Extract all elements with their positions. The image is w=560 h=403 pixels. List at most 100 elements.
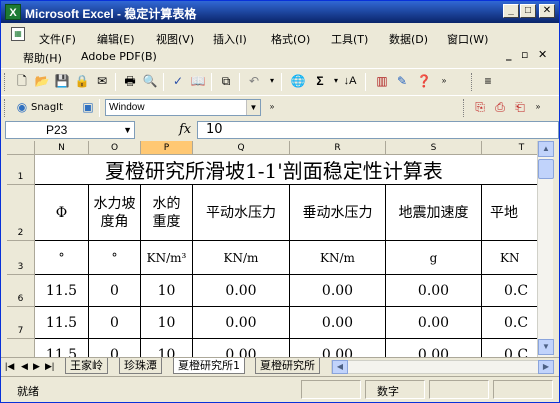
- column-header-s[interactable]: S: [386, 141, 482, 155]
- save-icon[interactable]: 💾: [53, 72, 71, 90]
- data-cell[interactable]: 0.C: [482, 339, 537, 358]
- spelling-icon[interactable]: ✓: [169, 72, 187, 90]
- data-cell[interactable]: 0.00: [193, 339, 290, 357]
- data-cell[interactable]: 0.00: [290, 339, 386, 357]
- data-cell[interactable]: 10: [141, 275, 193, 307]
- sheet-tab-active[interactable]: 夏橙研究所1: [173, 358, 245, 374]
- scroll-down-icon[interactable]: ▼: [538, 339, 554, 355]
- prev-sheet-icon[interactable]: ◀: [21, 361, 28, 372]
- column-header-r[interactable]: R: [290, 141, 386, 155]
- minimize-button[interactable]: _: [503, 4, 519, 18]
- table-title[interactable]: 夏橙研究所滑坡1-1'剖面稳定性计算表: [35, 155, 537, 185]
- unit-cell[interactable]: KN/m³: [141, 241, 193, 275]
- mdi-close-button[interactable]: ✕: [538, 48, 547, 61]
- data-cell[interactable]: 11.5: [35, 307, 89, 339]
- toolbar-grip[interactable]: [4, 99, 7, 117]
- print-icon[interactable]: 🖶: [121, 72, 139, 90]
- row-header-7[interactable]: 7: [7, 307, 35, 339]
- column-header-p[interactable]: P: [141, 141, 193, 155]
- chevron-down-icon[interactable]: ▼: [123, 122, 132, 138]
- drawing-icon[interactable]: ✎: [393, 72, 411, 90]
- column-header-t[interactable]: T: [482, 141, 537, 155]
- name-box[interactable]: P23 ▼: [5, 121, 135, 139]
- column-header-q[interactable]: Q: [193, 141, 290, 155]
- scroll-left-icon[interactable]: ◀: [332, 360, 348, 374]
- toolbar-grip[interactable]: [4, 73, 7, 91]
- unit-cell[interactable]: °: [89, 241, 141, 275]
- first-sheet-icon[interactable]: |◀: [5, 361, 14, 372]
- data-cell[interactable]: 0.C: [482, 307, 537, 339]
- align-left-icon[interactable]: ≡: [479, 72, 497, 90]
- data-cell[interactable]: 10: [141, 339, 193, 357]
- title-bar[interactable]: X Microsoft Excel - 稳定计算表格 _ □ ✕: [1, 1, 559, 23]
- menu-edit[interactable]: 编辑(E): [97, 31, 135, 47]
- toolbar-grip[interactable]: [471, 73, 474, 91]
- permission-icon[interactable]: 🔒: [73, 72, 91, 90]
- last-sheet-icon[interactable]: ▶|: [45, 361, 54, 372]
- menu-tools[interactable]: 工具(T): [331, 31, 368, 47]
- sheet-tab[interactable]: 王家岭: [65, 358, 108, 374]
- data-cell[interactable]: 0.00: [193, 307, 290, 339]
- data-cell[interactable]: 0.00: [386, 275, 482, 307]
- header-cell[interactable]: 平地: [482, 185, 537, 241]
- hyperlink-icon[interactable]: 🌐: [289, 72, 307, 90]
- header-cell[interactable]: 平动水压力: [193, 185, 290, 241]
- column-header-n[interactable]: N: [35, 141, 89, 155]
- close-button[interactable]: ✕: [539, 4, 555, 18]
- toolbar-options-icon[interactable]: »: [529, 98, 547, 116]
- maximize-button[interactable]: □: [520, 4, 536, 18]
- column-header-o[interactable]: O: [89, 141, 141, 155]
- data-cell[interactable]: 0: [89, 307, 141, 339]
- excel-icon[interactable]: X: [5, 4, 21, 20]
- horizontal-scrollbar[interactable]: ◀ ▶: [331, 360, 554, 374]
- row-header-1[interactable]: 1: [7, 155, 35, 185]
- header-cell[interactable]: 垂动水压力: [290, 185, 386, 241]
- help-icon[interactable]: ❓: [415, 72, 433, 90]
- copy-icon[interactable]: ⧉: [217, 72, 235, 90]
- data-cell[interactable]: 0.00: [290, 275, 386, 307]
- scroll-right-icon[interactable]: ▶: [538, 360, 554, 374]
- data-cell[interactable]: 0.00: [386, 307, 482, 339]
- window-combo[interactable]: Window ▼: [105, 99, 261, 116]
- toolbar-options-icon[interactable]: »: [263, 98, 281, 116]
- data-cell[interactable]: 0.C: [482, 275, 537, 307]
- unit-cell[interactable]: KN: [482, 241, 537, 275]
- menu-file[interactable]: 文件(F): [39, 31, 76, 47]
- data-cell[interactable]: 10: [141, 307, 193, 339]
- row-header-6[interactable]: 6: [7, 275, 35, 307]
- research-icon[interactable]: 📖: [189, 72, 207, 90]
- scroll-up-icon[interactable]: ▲: [538, 141, 554, 157]
- pdf-email-icon[interactable]: ⎙: [491, 98, 509, 116]
- data-cell[interactable]: 0: [89, 339, 141, 357]
- pdf-convert-icon[interactable]: ⎘: [471, 98, 489, 116]
- open-icon[interactable]: 📂: [33, 72, 51, 90]
- data-cell[interactable]: 0.00: [290, 307, 386, 339]
- header-cell[interactable]: Φ: [35, 185, 89, 241]
- data-cell[interactable]: 11.5: [35, 339, 89, 357]
- pdf-review-icon[interactable]: ⎗: [511, 98, 529, 116]
- header-cell[interactable]: 水的重度: [141, 185, 193, 241]
- select-all-corner[interactable]: [7, 141, 35, 155]
- sort-ascending-icon[interactable]: ↓A: [341, 72, 359, 90]
- toolbar-options-icon[interactable]: »: [435, 72, 453, 90]
- menu-format[interactable]: 格式(O): [271, 31, 310, 47]
- mdi-restore-button[interactable]: ▫: [521, 48, 528, 61]
- row-header-3[interactable]: 3: [7, 241, 35, 275]
- mdi-minimize-button[interactable]: _: [506, 48, 512, 61]
- menu-data[interactable]: 数据(D): [389, 31, 428, 47]
- row-header-8[interactable]: 8: [7, 339, 35, 357]
- snagit-label[interactable]: SnagIt: [31, 102, 63, 113]
- data-cell[interactable]: 0.00: [386, 339, 482, 357]
- snagit-icon[interactable]: ◉: [13, 98, 31, 116]
- sheet-tab[interactable]: 珍珠潭: [119, 358, 162, 374]
- fx-icon[interactable]: fx: [179, 122, 191, 137]
- new-icon[interactable]: 🗋: [13, 72, 31, 90]
- formula-input[interactable]: 10: [197, 121, 559, 139]
- menu-adobe-pdf[interactable]: Adobe PDF(B): [81, 50, 157, 63]
- data-cell[interactable]: 0.00: [193, 275, 290, 307]
- chart-wizard-icon[interactable]: ▥: [373, 72, 391, 90]
- menu-help[interactable]: 帮助(H): [23, 50, 62, 66]
- email-icon[interactable]: ✉: [93, 72, 111, 90]
- snagit-capture-icon[interactable]: ▣: [79, 98, 97, 116]
- vertical-scrollbar[interactable]: ▲ ▼: [537, 141, 554, 357]
